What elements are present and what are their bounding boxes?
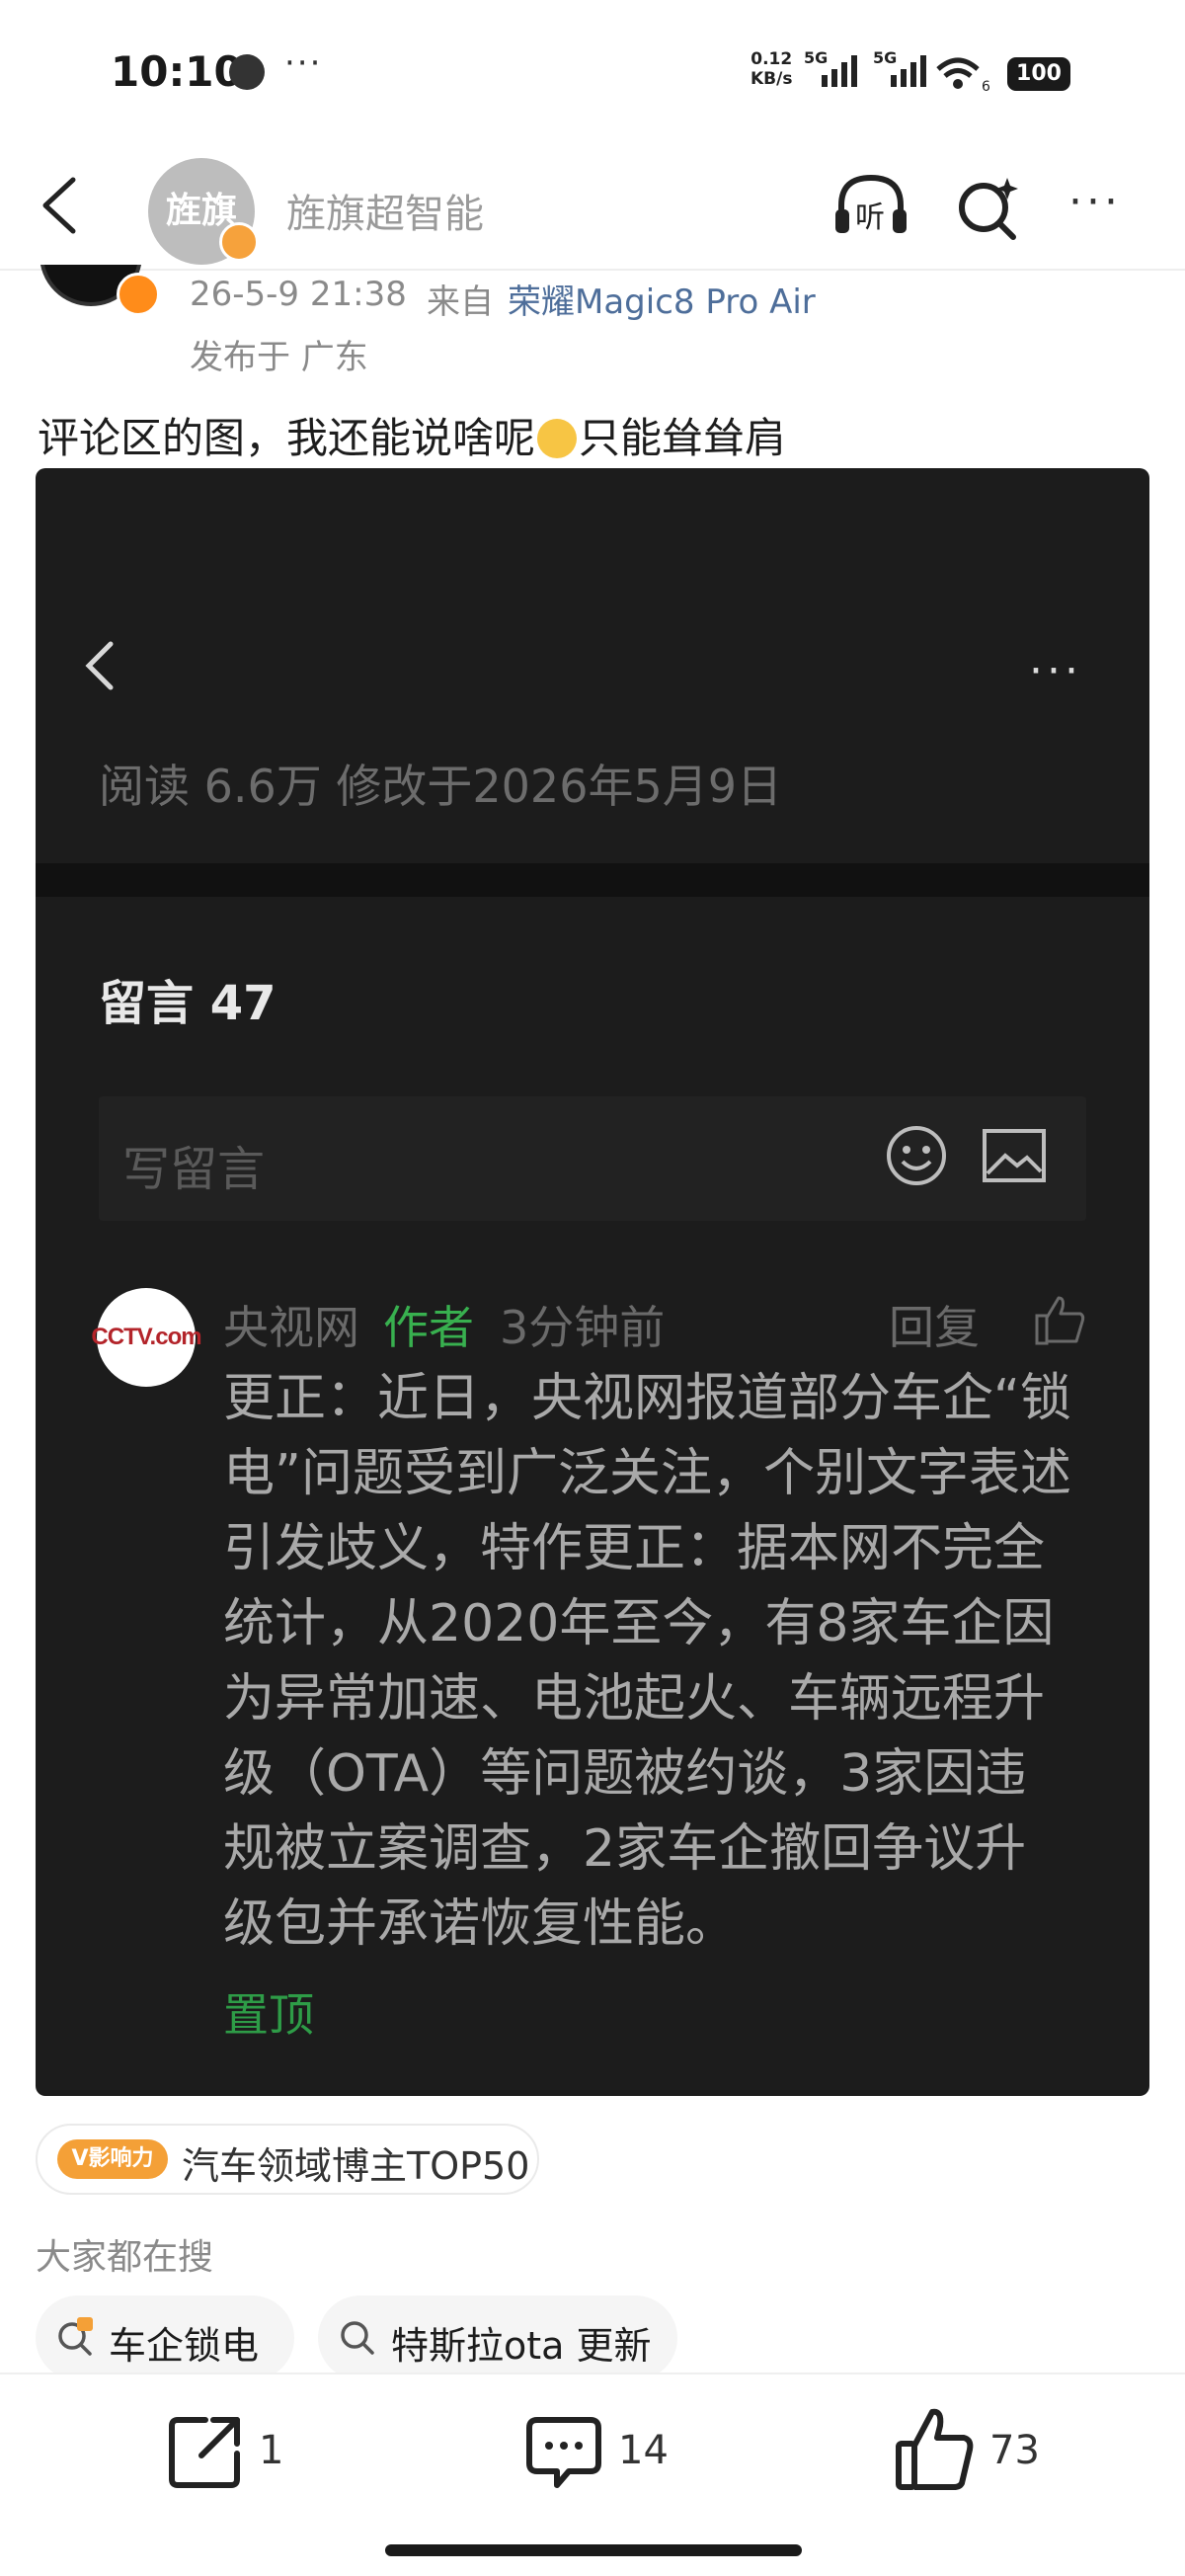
chevron-left-icon	[42, 177, 76, 234]
clock-icon	[229, 54, 265, 90]
trending-chip-2-label: 特斯拉ota 更新	[391, 2324, 652, 2368]
post-device-link[interactable]: 荣耀Magic8 Pro Air	[508, 275, 816, 323]
share-button[interactable]	[164, 2412, 245, 2493]
account-name[interactable]: 旌旗超智能	[286, 182, 484, 239]
search-icon	[338, 2317, 377, 2357]
post-source-prefix: 来自	[427, 282, 494, 322]
image-comment-time: 3分钟前	[500, 1301, 666, 1354]
status-more-indicator: ···	[284, 43, 323, 83]
search-sparkle-icon	[959, 178, 1018, 240]
more-options-button[interactable]: ···	[1068, 181, 1138, 227]
bottom-divider	[0, 2373, 1185, 2375]
signal-area: 5G 5G 6	[798, 47, 1005, 101]
influence-badge: V影响力	[57, 2139, 168, 2179]
battery-indicator: 100	[1007, 57, 1070, 91]
comment-count: 14	[618, 2428, 669, 2473]
network-speed-unit: KB/s	[750, 69, 793, 89]
thumbs-up-icon	[896, 2408, 974, 2490]
share-count: 1	[259, 2428, 284, 2473]
comment-button[interactable]	[523, 2412, 604, 2493]
trending-chip-1-label: 车企锁电	[109, 2324, 260, 2368]
image-comments-title: 留言 47	[99, 976, 276, 1031]
image-emoji-icon	[885, 1124, 948, 1187]
comment-icon	[526, 2417, 601, 2488]
image-comment-placeholder: 写留言	[122, 1142, 266, 1197]
verified-badge-icon	[219, 222, 259, 262]
sim2-label: 5G	[873, 48, 897, 67]
header-divider	[0, 269, 1185, 271]
image-pinned-label: 置顶	[223, 1988, 314, 2042]
wifi-badge: 6	[982, 79, 990, 95]
image-commenter-avatar: CCTV.com	[91, 1288, 202, 1387]
image-author-tag: 作者	[383, 1301, 474, 1354]
share-icon	[169, 2417, 240, 2488]
image-back-icon	[81, 636, 120, 695]
author-verified-icon	[117, 273, 160, 316]
image-commenter-name: 央视网	[223, 1301, 359, 1354]
signal-icon: 5G 5G 6	[804, 48, 990, 95]
network-speed: 0.12 KB/s	[750, 49, 792, 89]
sim1-label: 5G	[804, 48, 828, 67]
like-button[interactable]	[895, 2406, 976, 2490]
hot-search-icon	[55, 2317, 95, 2357]
influence-text: 汽车领域博主TOP50	[182, 2144, 530, 2188]
image-divider-band	[36, 863, 1149, 897]
smile-emoji-icon	[537, 419, 578, 458]
back-button[interactable]	[38, 176, 81, 235]
image-article-stats: 阅读 6.6万 修改于2026年5月9日	[99, 760, 782, 813]
image-reply-label: 回复	[889, 1301, 980, 1354]
trending-label: 大家都在搜	[36, 2237, 214, 2278]
home-indicator[interactable]	[385, 2544, 802, 2556]
chevron-left-icon	[85, 641, 114, 690]
network-speed-value: 0.12	[750, 49, 793, 69]
post-time: 26-5-9 21:38	[190, 275, 407, 314]
cctv-logo: CCTV.com	[91, 1324, 201, 1350]
search-button[interactable]	[954, 174, 1023, 243]
post-location: 发布于 广东	[190, 338, 368, 377]
post-image[interactable]: ··· 阅读 6.6万 修改于2026年5月9日 留言 47 写留言 CCTV.…	[36, 468, 1149, 2096]
image-picture-icon	[982, 1128, 1047, 1183]
post-text-part1: 评论区的图，我还能说啥呢	[38, 414, 536, 462]
status-time: 10:10	[111, 47, 243, 96]
post-text-part2: 只能耸耸肩	[579, 414, 787, 462]
image-thumbs-up-icon	[1033, 1292, 1088, 1347]
like-count: 73	[989, 2428, 1040, 2473]
image-comment-body: 更正：近日，央视网报道部分车企“锁电”问题受到广泛关注，个别文字表述引发歧义，特…	[223, 1369, 1071, 1954]
listen-button[interactable]: 听	[831, 168, 910, 247]
svg-text:听: 听	[855, 201, 885, 235]
post-text: 评论区的图，我还能说啥呢 只能耸耸肩	[38, 405, 786, 465]
image-more-icon: ···	[1029, 646, 1082, 696]
headphones-icon: 听	[835, 174, 907, 235]
